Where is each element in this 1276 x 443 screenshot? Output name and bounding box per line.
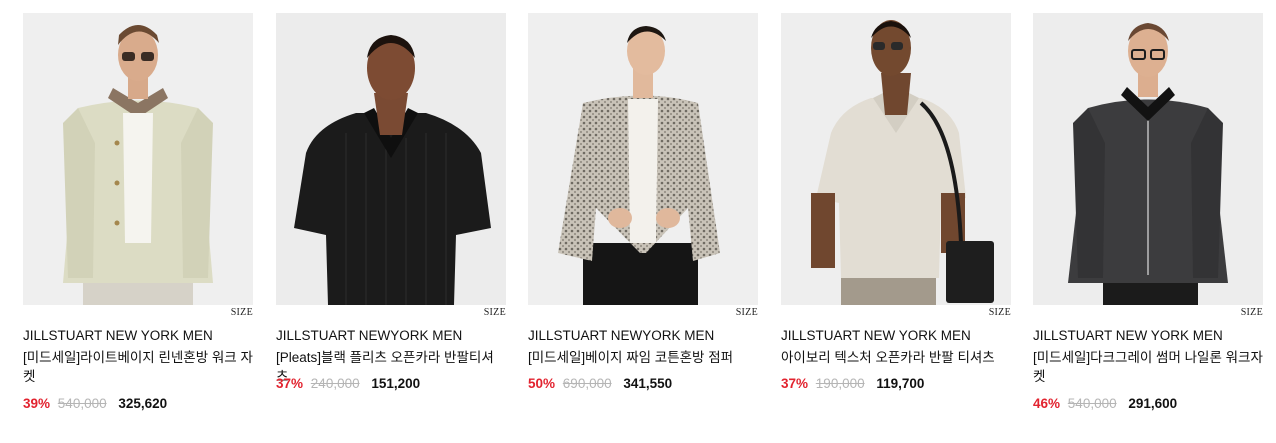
brand-name[interactable]: JILLSTUART NEWYORK MEN <box>528 327 714 344</box>
original-price: 190,000 <box>815 376 865 391</box>
price-row: 46% 540,000 291,600 <box>1033 395 1177 412</box>
sale-price: 341,550 <box>623 376 673 391</box>
price-row: 37% 190,000 119,700 <box>781 375 924 392</box>
brand-name[interactable]: JILLSTUART NEWYORK MEN <box>276 327 462 344</box>
product-card[interactable]: SIZE JILLSTUART NEWYORK MEN [Pleats]블랙 플… <box>276 13 506 391</box>
product-photo <box>781 13 1011 305</box>
brand-name[interactable]: JILLSTUART NEW YORK MEN <box>23 327 213 344</box>
price-row: 37% 240,000 151,200 <box>276 375 420 392</box>
product-image[interactable] <box>23 13 253 305</box>
discount-rate: 37% <box>781 376 809 391</box>
size-label[interactable]: SIZE <box>484 307 506 319</box>
discount-rate: 50% <box>528 376 556 391</box>
sale-price: 119,700 <box>876 376 925 391</box>
product-image[interactable] <box>1033 13 1263 305</box>
product-image[interactable] <box>276 13 506 305</box>
brand-name[interactable]: JILLSTUART NEW YORK MEN <box>781 327 971 344</box>
product-image[interactable] <box>528 13 758 305</box>
product-card[interactable]: SIZE JILLSTUART NEW YORK MEN [미드세일]다크그레이… <box>1033 13 1263 411</box>
size-label[interactable]: SIZE <box>736 307 758 319</box>
original-price: 540,000 <box>1067 396 1117 411</box>
product-name[interactable]: 아이보리 텍스처 오픈카라 반팔 티셔츠 <box>781 348 1011 367</box>
sale-price: 151,200 <box>371 376 421 391</box>
product-image[interactable] <box>781 13 1011 305</box>
product-name[interactable]: [미드세일]라이트베이지 린넨혼방 워크 자켓 <box>23 348 253 386</box>
product-card[interactable]: SIZE JILLSTUART NEWYORK MEN [미드세일]베이지 짜임… <box>528 13 758 391</box>
product-photo <box>528 13 758 305</box>
product-photo <box>23 13 253 305</box>
original-price: 690,000 <box>562 376 612 391</box>
product-photo <box>1033 13 1263 305</box>
original-price: 240,000 <box>310 376 360 391</box>
discount-rate: 39% <box>23 396 51 411</box>
price-row: 39% 540,000 325,620 <box>23 395 167 412</box>
product-name[interactable]: [미드세일]다크그레이 썸머 나일론 워크자켓 <box>1033 348 1263 386</box>
price-row: 50% 690,000 341,550 <box>528 375 672 392</box>
sale-price: 325,620 <box>118 396 168 411</box>
product-card[interactable]: SIZE JILLSTUART NEW YORK MEN 아이보리 텍스처 오픈… <box>781 13 1011 391</box>
product-card[interactable]: SIZE JILLSTUART NEW YORK MEN [미드세일]라이트베이… <box>23 13 253 411</box>
original-price: 540,000 <box>57 396 107 411</box>
discount-rate: 37% <box>276 376 304 391</box>
discount-rate: 46% <box>1033 396 1061 411</box>
product-photo <box>276 13 506 305</box>
sale-price: 291,600 <box>1128 396 1178 411</box>
brand-name[interactable]: JILLSTUART NEW YORK MEN <box>1033 327 1223 344</box>
product-name[interactable]: [미드세일]베이지 짜임 코튼혼방 점퍼 <box>528 348 758 367</box>
product-grid: SIZE JILLSTUART NEW YORK MEN [미드세일]라이트베이… <box>0 0 1276 443</box>
size-label[interactable]: SIZE <box>989 307 1011 319</box>
size-label[interactable]: SIZE <box>1241 307 1263 319</box>
size-label[interactable]: SIZE <box>231 307 253 319</box>
